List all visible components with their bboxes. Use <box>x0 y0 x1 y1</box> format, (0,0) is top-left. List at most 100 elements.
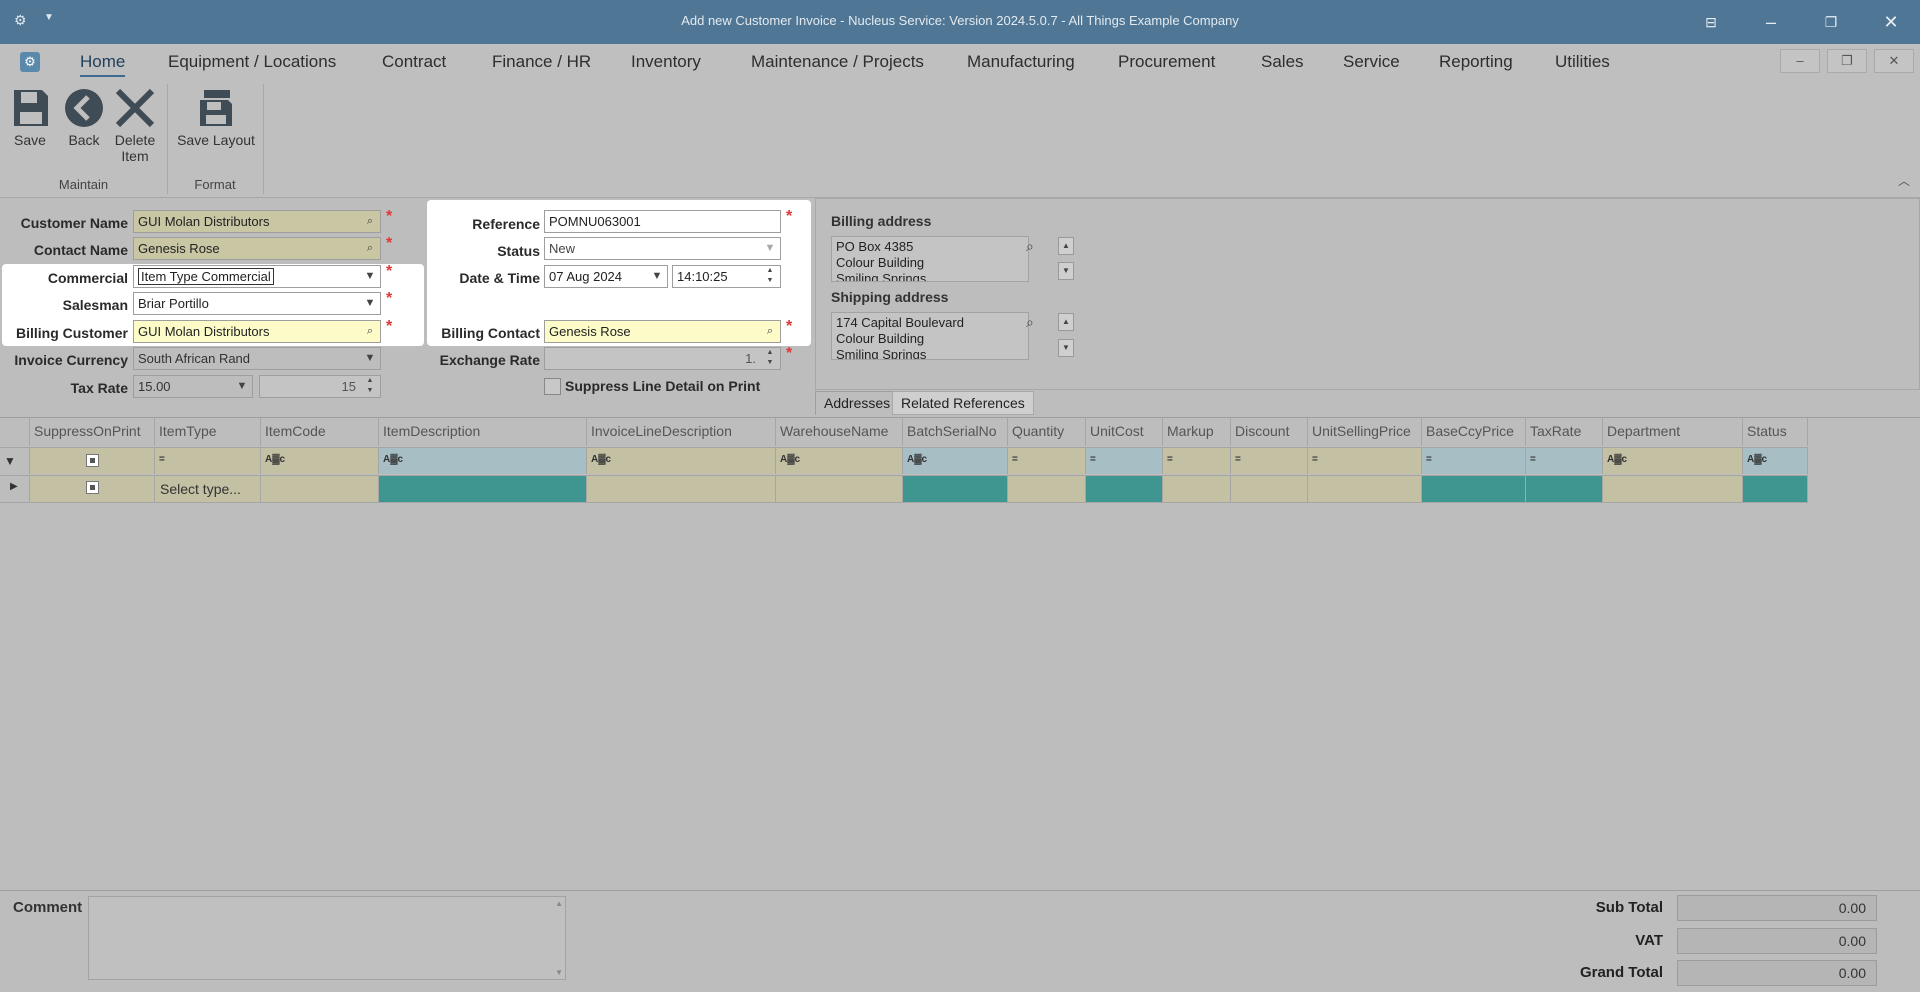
scroll-up-icon[interactable]: ▲ <box>555 899 563 908</box>
customer-name-field[interactable]: GUI Molan Distributors ⌕ <box>133 210 381 233</box>
menu-service[interactable]: Service <box>1343 52 1400 72</box>
menu-utilities[interactable]: Utilities <box>1555 52 1610 72</box>
column-header[interactable]: ItemType <box>155 418 261 446</box>
salesman-dropdown[interactable]: Briar Portillo ▼ <box>133 292 381 315</box>
chevron-down-icon[interactable]: ▼ <box>360 293 380 314</box>
filter-cell[interactable]: A▓c <box>587 447 776 474</box>
spinner-icon[interactable]: ▲ ▼ <box>760 266 780 287</box>
column-header[interactable]: UnitCost <box>1086 418 1163 446</box>
mdi-minimize-button[interactable]: – <box>1780 49 1820 73</box>
column-header[interactable]: Department <box>1603 418 1743 446</box>
billing-customer-field[interactable]: GUI Molan Distributors ⌕ <box>133 320 381 343</box>
save-layout-button[interactable]: Save Layout <box>176 86 256 148</box>
filter-cell[interactable]: A▓c <box>776 447 903 474</box>
filter-cell[interactable]: = <box>1163 447 1231 474</box>
time-field[interactable]: 14:10:25 ▲ ▼ <box>672 265 781 288</box>
comment-textarea[interactable]: ▲ ▼ <box>88 896 566 980</box>
table-row-cell[interactable] <box>30 475 155 503</box>
table-row-cell[interactable] <box>1743 475 1808 503</box>
tax-rate-dropdown[interactable]: 15.00 ▼ <box>133 375 253 398</box>
restore-button[interactable]: ❐ <box>1816 8 1846 36</box>
tab-addresses[interactable]: Addresses <box>815 391 900 415</box>
column-header[interactable]: Status <box>1743 418 1808 446</box>
filter-cell[interactable]: A▓c <box>1603 447 1743 474</box>
back-button[interactable]: Back <box>62 86 106 148</box>
filter-cell[interactable]: = <box>155 447 261 474</box>
table-row-cell[interactable] <box>1163 475 1231 503</box>
column-header[interactable]: WarehouseName <box>776 418 903 446</box>
column-header[interactable]: ItemDescription <box>379 418 587 446</box>
column-header[interactable]: BatchSerialNo <box>903 418 1008 446</box>
suppress-on-print-checkbox[interactable] <box>85 481 99 494</box>
table-row-cell[interactable] <box>1008 475 1086 503</box>
app-icon[interactable]: ⚙ <box>20 52 40 72</box>
scroll-down-icon[interactable]: ▼ <box>555 968 563 977</box>
invoice-currency-dropdown[interactable]: South African Rand ▼ <box>133 347 381 370</box>
menu-equipment-locations[interactable]: Equipment / Locations <box>168 52 336 72</box>
table-row-cell[interactable] <box>379 475 587 503</box>
menu-finance-hr[interactable]: Finance / HR <box>492 52 591 72</box>
filter-cell[interactable] <box>30 447 155 474</box>
scroll-up-button[interactable]: ▲ <box>1058 313 1074 331</box>
filter-cell[interactable]: = <box>1308 447 1422 474</box>
search-icon[interactable]: ⌕ <box>360 211 380 232</box>
table-row-cell[interactable] <box>903 475 1008 503</box>
delete-item-button[interactable]: Delete Item <box>112 86 158 164</box>
filter-icon[interactable]: ▼ <box>0 447 30 474</box>
scroll-down-button[interactable]: ▼ <box>1058 262 1074 280</box>
column-header[interactable]: ItemCode <box>261 418 379 446</box>
table-row-cell[interactable] <box>1308 475 1422 503</box>
chevron-down-icon[interactable]: ▼ <box>360 348 380 369</box>
column-header[interactable]: TaxRate <box>1526 418 1603 446</box>
search-icon[interactable]: ⌕ <box>360 238 380 259</box>
save-button[interactable]: Save <box>8 86 52 148</box>
suppress-line-detail-checkbox[interactable] <box>544 378 561 395</box>
menu-maintenance-projects[interactable]: Maintenance / Projects <box>751 52 924 72</box>
mdi-close-button[interactable]: ✕ <box>1874 49 1914 73</box>
search-icon[interactable]: ⌕ <box>760 321 780 342</box>
close-button[interactable]: ✕ <box>1876 8 1906 36</box>
mdi-restore-button[interactable]: ❐ <box>1827 49 1867 73</box>
filter-cell[interactable]: = <box>1422 447 1526 474</box>
menu-manufacturing[interactable]: Manufacturing <box>967 52 1075 72</box>
chevron-down-icon[interactable]: ▼ <box>647 266 667 287</box>
table-row-cell[interactable] <box>1231 475 1308 503</box>
tab-related-references[interactable]: Related References <box>892 391 1034 415</box>
table-row-cell[interactable] <box>1086 475 1163 503</box>
filter-cell[interactable]: A▓c <box>1743 447 1808 474</box>
chevron-down-icon[interactable]: ▼ <box>360 266 380 287</box>
menu-home[interactable]: Home <box>80 52 126 77</box>
filter-cell[interactable]: = <box>1231 447 1308 474</box>
table-row-cell[interactable] <box>776 475 903 503</box>
filter-cell[interactable]: A▓c <box>261 447 379 474</box>
minimize-button[interactable]: – <box>1756 8 1786 36</box>
filter-cell[interactable]: = <box>1008 447 1086 474</box>
filter-checkbox[interactable] <box>85 454 99 467</box>
commercial-dropdown[interactable]: Item Type Commercial ▼ <box>133 265 381 288</box>
collapse-ribbon-icon[interactable]: ︿ <box>1898 172 1910 189</box>
menu-sales[interactable]: Sales <box>1261 52 1304 72</box>
billing-address-box[interactable]: PO Box 4385 Colour Building Smiling Spri… <box>831 236 1029 282</box>
filter-cell[interactable]: A▓c <box>379 447 587 474</box>
search-icon[interactable]: ⌕ <box>360 321 380 342</box>
search-icon[interactable]: ⌕ <box>1026 238 1034 255</box>
column-header[interactable]: Markup <box>1163 418 1231 446</box>
table-row-cell[interactable] <box>587 475 776 503</box>
date-field[interactable]: 07 Aug 2024 ▼ <box>544 265 668 288</box>
layout-icon[interactable]: ⊟ <box>1696 8 1726 36</box>
shipping-address-box[interactable]: 174 Capital Boulevard Colour Building Sm… <box>831 312 1029 360</box>
menu-inventory[interactable]: Inventory <box>631 52 701 72</box>
menu-procurement[interactable]: Procurement <box>1118 52 1215 72</box>
table-row-cell[interactable] <box>1526 475 1603 503</box>
column-header[interactable]: UnitSellingPrice <box>1308 418 1422 446</box>
menu-reporting[interactable]: Reporting <box>1439 52 1513 72</box>
scroll-up-button[interactable]: ▲ <box>1058 237 1074 255</box>
reference-field[interactable]: POMNU063001 <box>544 210 781 233</box>
table-row-cell[interactable] <box>1422 475 1526 503</box>
column-header[interactable]: Discount <box>1231 418 1308 446</box>
menu-contract[interactable]: Contract <box>382 52 446 72</box>
billing-contact-field[interactable]: Genesis Rose ⌕ <box>544 320 781 343</box>
column-header[interactable]: SuppressOnPrint <box>30 418 155 446</box>
contact-name-field[interactable]: Genesis Rose ⌕ <box>133 237 381 260</box>
search-icon[interactable]: ⌕ <box>1026 314 1034 331</box>
